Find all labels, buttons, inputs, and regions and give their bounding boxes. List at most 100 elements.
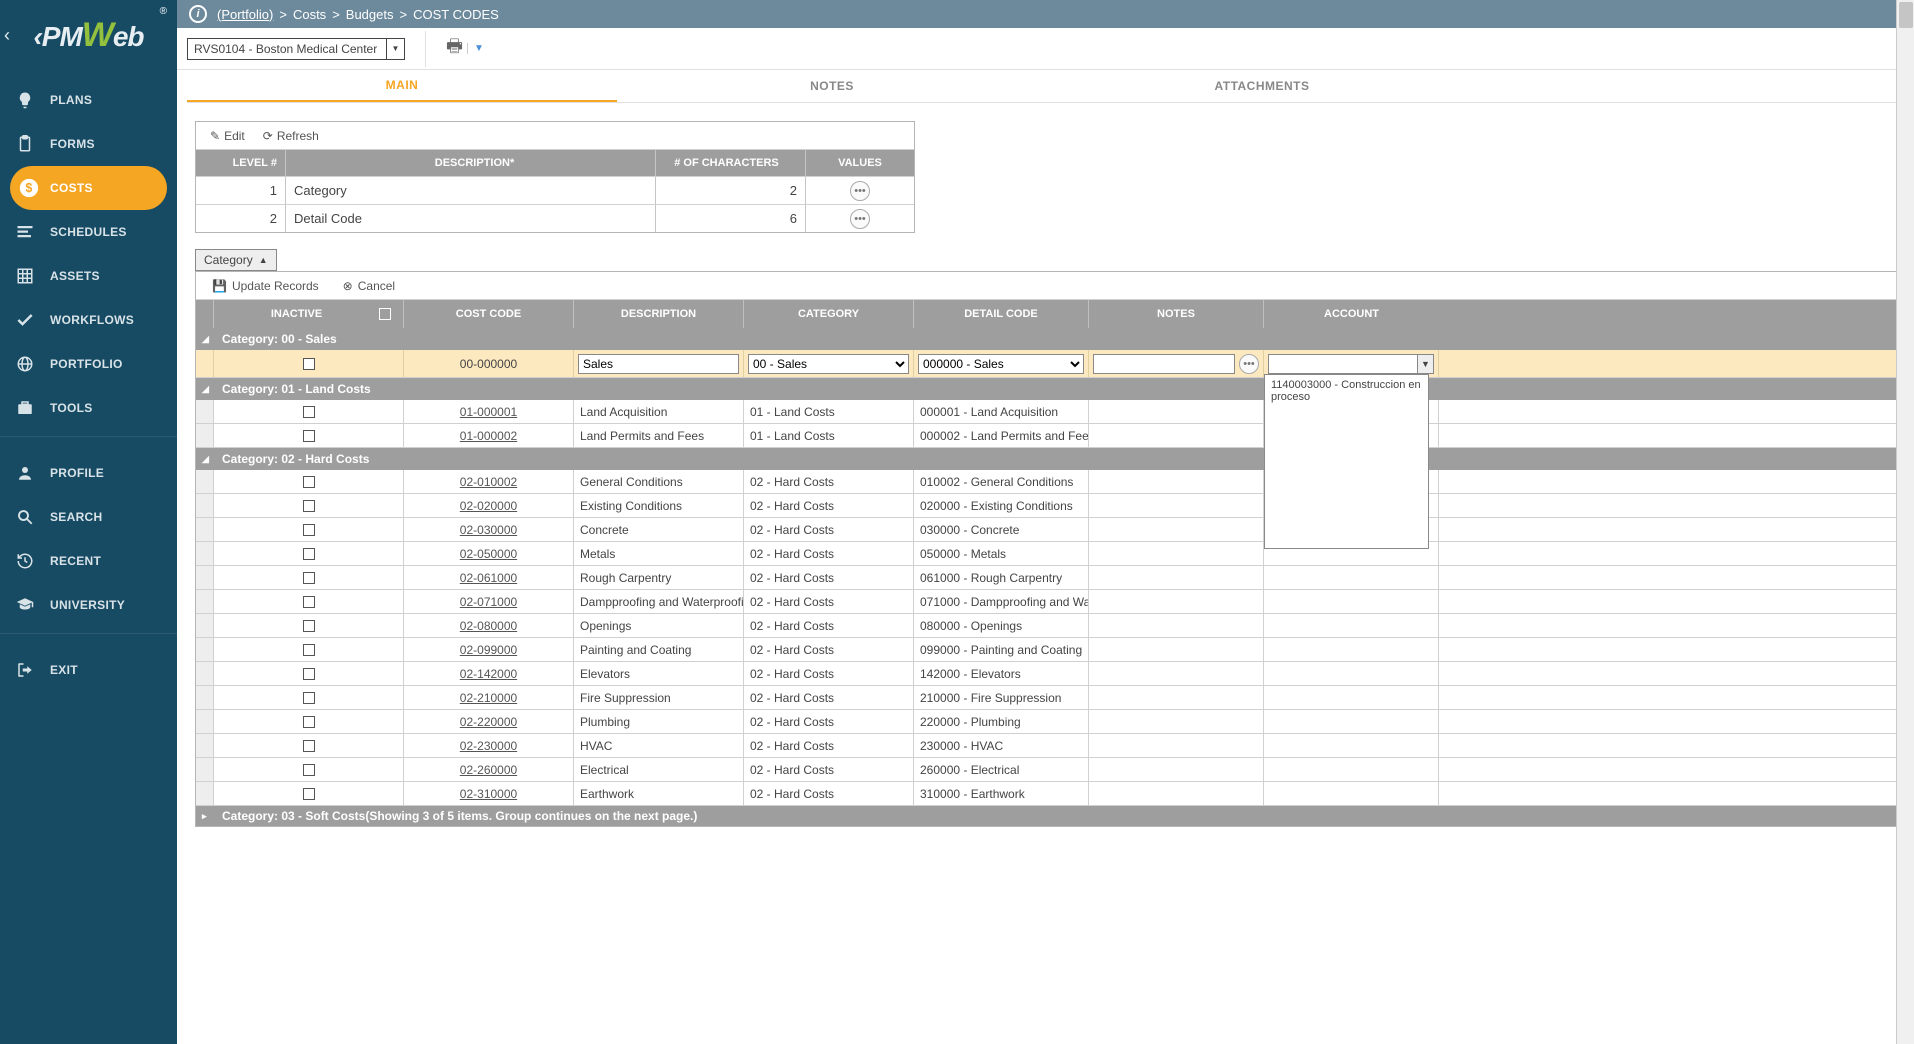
nav-label: PROFILE bbox=[50, 466, 104, 480]
ellipsis-button[interactable]: ••• bbox=[1239, 354, 1259, 374]
cost-code-link[interactable]: 02-020000 bbox=[460, 499, 517, 513]
cost-code-link[interactable]: 02-010002 bbox=[460, 475, 517, 489]
ellipsis-button[interactable]: ••• bbox=[850, 209, 870, 229]
nav-item-costs[interactable]: $COSTS bbox=[10, 166, 167, 210]
scrollbar-thumb[interactable] bbox=[1899, 2, 1913, 28]
inactive-checkbox[interactable] bbox=[303, 406, 315, 418]
cat-cell: 02 - Hard Costs bbox=[744, 662, 914, 685]
project-select[interactable]: RVS0104 - Boston Medical Center ▼ bbox=[187, 38, 405, 60]
toolbar: RVS0104 - Boston Medical Center ▼ 🖶 ▼ bbox=[177, 28, 1914, 70]
grid-head: INACTIVE COST CODE DESCRIPTION CATEGORY … bbox=[196, 300, 1903, 328]
group-row[interactable]: ◢Category: 02 - Hard Costs bbox=[196, 448, 1903, 470]
inactive-checkbox[interactable] bbox=[303, 764, 315, 776]
account-select[interactable]: ▼ bbox=[1268, 354, 1434, 374]
breadcrumb-seg: COST CODES bbox=[413, 7, 499, 22]
cost-cell: 02-080000 bbox=[404, 614, 574, 637]
nav-item-recent[interactable]: RECENT bbox=[0, 539, 177, 583]
cost-code-link[interactable]: 02-220000 bbox=[460, 715, 517, 729]
category-filter[interactable]: Category ▲ bbox=[195, 249, 277, 271]
cancel-button[interactable]: ⊗ Cancel bbox=[343, 279, 395, 293]
nav-item-profile[interactable]: PROFILE bbox=[0, 451, 177, 495]
inactive-checkbox[interactable] bbox=[303, 524, 315, 536]
cost-code-link[interactable]: 01-000002 bbox=[460, 429, 517, 443]
chevron-down-icon[interactable]: ▼ bbox=[387, 38, 405, 60]
edit-button[interactable]: ✎ Edit bbox=[210, 129, 245, 143]
detail-select[interactable]: 000000 - Sales bbox=[918, 354, 1084, 374]
data-row: 02-210000 Fire Suppression 02 - Hard Cos… bbox=[196, 686, 1903, 710]
refresh-button[interactable]: ⟳ Refresh bbox=[263, 129, 319, 143]
nav-item-search[interactable]: SEARCH bbox=[0, 495, 177, 539]
notes-cell bbox=[1089, 638, 1264, 661]
inactive-checkbox[interactable] bbox=[303, 692, 315, 704]
dollar-icon: $ bbox=[18, 177, 40, 199]
tab-attachments[interactable]: ATTACHMENTS bbox=[1047, 70, 1477, 102]
notes-input[interactable] bbox=[1093, 354, 1235, 374]
cost-code-link[interactable]: 01-000001 bbox=[460, 405, 517, 419]
nav-item-forms[interactable]: FORMS bbox=[0, 122, 177, 166]
ellipsis-button[interactable]: ••• bbox=[850, 181, 870, 201]
inactive-checkbox[interactable] bbox=[303, 668, 315, 680]
nav-item-schedules[interactable]: SCHEDULES bbox=[0, 210, 177, 254]
inactive-checkbox[interactable] bbox=[303, 740, 315, 752]
nav-item-assets[interactable]: ASSETS bbox=[0, 254, 177, 298]
cost-code-link[interactable]: 02-071000 bbox=[460, 595, 517, 609]
inactive-cell bbox=[214, 400, 404, 423]
inactive-checkbox[interactable] bbox=[303, 572, 315, 584]
cost-code-link[interactable]: 02-260000 bbox=[460, 763, 517, 777]
nav-item-university[interactable]: UNIVERSITY bbox=[0, 583, 177, 627]
collapse-chevron-icon[interactable]: ‹ bbox=[4, 25, 10, 46]
detail-cell: 061000 - Rough Carpentry bbox=[914, 566, 1089, 589]
group-row[interactable]: ◢Category: 00 - Sales bbox=[196, 328, 1903, 350]
cost-code-link[interactable]: 02-230000 bbox=[460, 739, 517, 753]
cat-select[interactable]: 00 - Sales bbox=[748, 354, 909, 374]
cost-code-link[interactable]: 02-080000 bbox=[460, 619, 517, 633]
nav-item-tools[interactable]: TOOLS bbox=[0, 386, 177, 430]
update-records-button[interactable]: 💾 Update Records bbox=[212, 279, 319, 293]
inactive-checkbox[interactable] bbox=[303, 716, 315, 728]
history-icon bbox=[14, 550, 36, 572]
inactive-checkbox[interactable] bbox=[303, 430, 315, 442]
nav-item-workflows[interactable]: WORKFLOWS bbox=[0, 298, 177, 342]
info-icon[interactable]: i bbox=[189, 5, 207, 23]
account-dropdown-panel[interactable]: 1140003000 - Construccion en proceso bbox=[1264, 374, 1429, 549]
nav-item-portfolio[interactable]: PORTFOLIO bbox=[0, 342, 177, 386]
nav-item-plans[interactable]: PLANS bbox=[0, 78, 177, 122]
breadcrumb-bar: i (Portfolio) > Costs > Budgets > COST C… bbox=[177, 0, 1914, 28]
print-button[interactable]: 🖶 ▼ bbox=[446, 34, 484, 64]
chevron-down-icon[interactable]: ▼ bbox=[467, 43, 484, 54]
cost-code-link[interactable]: 02-099000 bbox=[460, 643, 517, 657]
inactive-checkbox[interactable] bbox=[303, 476, 315, 488]
nav-label: ASSETS bbox=[50, 269, 100, 283]
inactive-checkbox[interactable] bbox=[303, 788, 315, 800]
inactive-checkbox[interactable] bbox=[303, 644, 315, 656]
cost-cell: 01-000001 bbox=[404, 400, 574, 423]
desc-cell: HVAC bbox=[574, 734, 744, 757]
cost-code-link[interactable]: 02-210000 bbox=[460, 691, 517, 705]
inactive-checkbox[interactable] bbox=[303, 500, 315, 512]
refresh-label: Refresh bbox=[277, 129, 319, 143]
cost-code-link[interactable]: 02-142000 bbox=[460, 667, 517, 681]
select-all-checkbox[interactable] bbox=[379, 308, 391, 320]
group-row-truncated[interactable]: ▸ Category: 03 - Soft Costs(Showing 3 of… bbox=[196, 806, 1903, 826]
nav-item-exit[interactable]: EXIT bbox=[0, 648, 177, 692]
cost-code-link[interactable]: 02-030000 bbox=[460, 523, 517, 537]
desc-input[interactable] bbox=[578, 354, 739, 374]
cost-code-link[interactable]: 02-050000 bbox=[460, 547, 517, 561]
cost-code-link[interactable]: 02-061000 bbox=[460, 571, 517, 585]
account-cell bbox=[1264, 734, 1439, 757]
nav-label: PORTFOLIO bbox=[50, 357, 123, 371]
levels-head: LEVEL # DESCRIPTION* # OF CHARACTERS VAL… bbox=[196, 150, 914, 176]
breadcrumb-portfolio-link[interactable]: (Portfolio) bbox=[217, 7, 273, 22]
notes-cell bbox=[1089, 758, 1264, 781]
inactive-checkbox[interactable] bbox=[303, 358, 315, 370]
tab-main[interactable]: MAIN bbox=[187, 70, 617, 102]
group-row[interactable]: ◢Category: 01 - Land Costs bbox=[196, 378, 1903, 400]
inactive-checkbox[interactable] bbox=[303, 596, 315, 608]
inactive-checkbox[interactable] bbox=[303, 548, 315, 560]
desc-cell bbox=[574, 350, 744, 377]
tab-notes[interactable]: NOTES bbox=[617, 70, 1047, 102]
cost-code-link[interactable]: 02-310000 bbox=[460, 787, 517, 801]
inactive-checkbox[interactable] bbox=[303, 620, 315, 632]
page-scrollbar[interactable] bbox=[1896, 0, 1914, 1044]
collapse-icon: ◢ bbox=[202, 454, 212, 465]
